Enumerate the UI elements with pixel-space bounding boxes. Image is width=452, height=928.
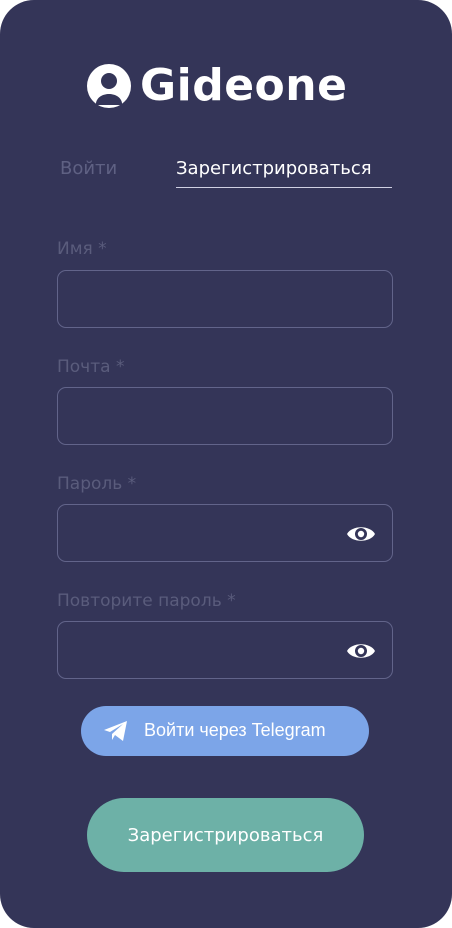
name-label: Имя * — [57, 239, 107, 259]
auth-tabs: Войти Зарегистрироваться — [0, 152, 452, 192]
email-label: Почта * — [57, 357, 125, 377]
eye-icon[interactable] — [346, 523, 376, 545]
telegram-login-button[interactable]: Войти через Telegram — [81, 706, 369, 756]
register-submit-button[interactable]: Зарегистрироваться — [87, 798, 364, 872]
user-avatar-icon — [87, 64, 131, 108]
tab-login[interactable]: Войти — [60, 158, 117, 179]
tab-register[interactable]: Зарегистрироваться — [176, 158, 392, 188]
password-label: Пароль * — [57, 474, 137, 494]
eye-icon[interactable] — [346, 640, 376, 662]
register-submit-label: Зарегистрироваться — [127, 824, 324, 846]
name-input[interactable] — [58, 271, 392, 327]
app-logo-text: Gideone — [140, 60, 348, 111]
register-screen: Gideone Войти Зарегистрироваться Имя * П… — [0, 0, 452, 928]
password-repeat-label: Повторите пароль * — [57, 591, 236, 611]
name-field[interactable] — [57, 270, 393, 328]
email-input[interactable] — [58, 388, 392, 444]
email-field[interactable] — [57, 387, 393, 445]
password-repeat-input[interactable] — [58, 622, 392, 678]
password-field[interactable] — [57, 504, 393, 562]
app-logo: Gideone — [86, 60, 347, 112]
password-repeat-field[interactable] — [57, 621, 393, 679]
telegram-login-label: Войти через Telegram — [144, 720, 326, 740]
telegram-paper-plane-icon — [104, 721, 127, 741]
password-input[interactable] — [58, 505, 392, 561]
